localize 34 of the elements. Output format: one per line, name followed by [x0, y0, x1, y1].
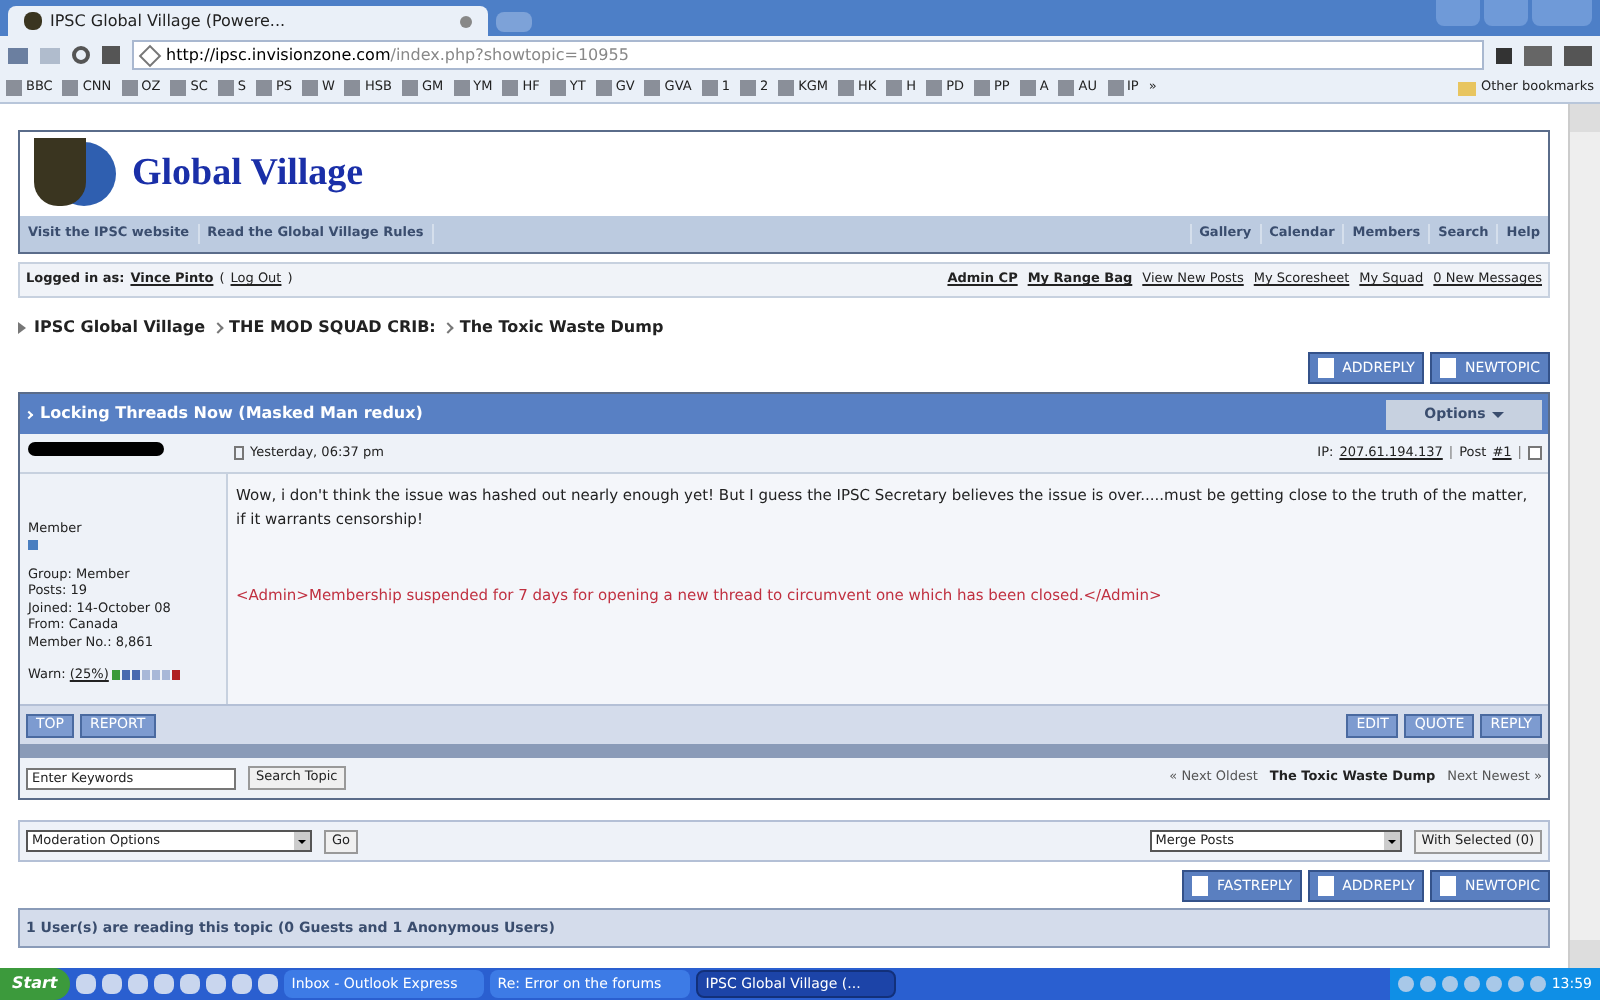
select-checkbox[interactable] — [1528, 446, 1542, 460]
maximize-icon — [1484, 0, 1528, 26]
reload-icon — [72, 46, 90, 64]
topic-title: Locking Threads Now (Masked Man redux) — [40, 402, 425, 426]
pip-icon — [28, 539, 38, 549]
site-title: Global Village — [132, 149, 364, 198]
scroll-down-icon — [1570, 940, 1600, 968]
url-text: http://ipsc.invisionzone.com/index.php?showtopic=10955 — [166, 43, 629, 67]
start-button[interactable]: Start — [0, 968, 70, 1000]
warn-level-drawing — [112, 669, 181, 680]
browser-tab[interactable]: IPSC Global Village (Powere... — [8, 6, 488, 36]
quick-launch-icon — [231, 974, 252, 994]
address-field[interactable]: http://ipsc.invisionzone.com/index.php?showtopic=10955 — [132, 40, 1484, 70]
scroll-up-icon — [1570, 104, 1600, 132]
new-tab-icon — [496, 12, 532, 32]
tab-title: IPSC Global Village (Powere... — [50, 9, 288, 33]
breadcrumb-link[interactable]: IPSC Global Village — [34, 316, 206, 340]
separator-icon — [442, 322, 454, 334]
quick-launch-icon — [101, 974, 122, 994]
quick-launch-icon — [127, 974, 148, 994]
breadcrumb-link[interactable]: The Toxic Waste Dump — [459, 316, 664, 340]
triangle-icon — [18, 322, 26, 334]
quick-launch-icon — [205, 974, 226, 994]
quick-launch-icon — [153, 974, 174, 994]
close-window-icon — [1532, 0, 1592, 26]
scrollbar[interactable] — [1568, 104, 1600, 968]
quick-launch-icon — [179, 974, 200, 994]
chevron-icon — [24, 409, 34, 419]
breadcrumb-link[interactable]: THE MOD SQUAD CRIB: — [229, 316, 436, 340]
redaction-mark — [28, 442, 164, 457]
logo-icon — [28, 138, 116, 210]
quick-launch-icon — [257, 974, 278, 994]
quick-launch-icon — [75, 974, 96, 994]
minimize-icon — [1436, 0, 1480, 26]
